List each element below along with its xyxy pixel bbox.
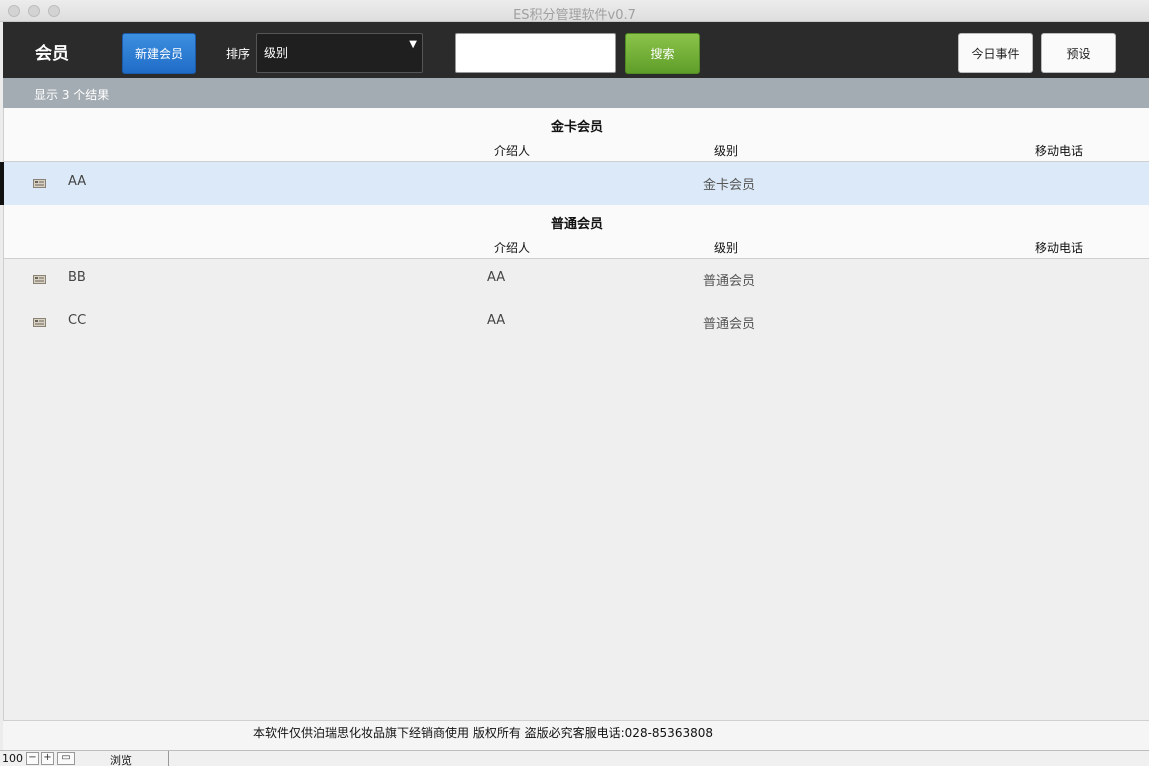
result-count: 显示 3 个结果 <box>34 88 110 102</box>
group-title: 金卡会员 <box>550 120 603 135</box>
member-name: CC <box>68 313 87 328</box>
view-mode[interactable]: 浏览 <box>110 752 132 766</box>
member-referrer: AA <box>487 313 506 328</box>
copyright-notice: 本软件仅供泊瑞思化妆品旗下经销商使用 版权所有 盗版必究客服电话:028-853… <box>253 726 713 740</box>
group-header-gold: 金卡会员 介绍人 级别 移动电话 <box>4 108 1149 162</box>
member-level: 金卡会员 <box>703 178 756 193</box>
record-card-icon[interactable] <box>33 179 46 188</box>
record-card-icon[interactable] <box>33 275 46 284</box>
member-row[interactable]: BB AA 普通会员 <box>4 258 1149 301</box>
zoom-in-icon[interactable]: + <box>41 752 54 765</box>
column-header-level[interactable]: 级别 <box>714 142 738 159</box>
column-header-phone[interactable]: 移动电话 <box>1035 142 1083 159</box>
window-title: ES积分管理软件v0.7 <box>513 8 636 23</box>
page-title: 会员 <box>35 44 69 64</box>
member-name: BB <box>68 270 86 285</box>
zoom-level[interactable]: 100 <box>2 752 23 765</box>
column-header-phone[interactable]: 移动电话 <box>1035 239 1083 256</box>
sort-select[interactable]: 级别 ▼ <box>256 33 423 73</box>
member-list: 金卡会员 介绍人 级别 移动电话 AA 金卡会员 普通会员 介绍人 级别 移动电… <box>0 108 1149 720</box>
member-row[interactable]: CC AA 普通会员 <box>4 301 1149 344</box>
footer: 本软件仅供泊瑞思化妆品旗下经销商使用 版权所有 盗版必究客服电话:028-853… <box>3 720 1149 750</box>
column-header-referrer[interactable]: 介绍人 <box>494 239 530 256</box>
member-level: 普通会员 <box>703 317 756 332</box>
column-header-referrer[interactable]: 介绍人 <box>494 142 530 159</box>
column-header-level[interactable]: 级别 <box>714 239 738 256</box>
sort-label: 排序 <box>226 47 251 61</box>
record-card-icon[interactable] <box>33 318 46 327</box>
selection-marker <box>0 162 4 205</box>
search-button[interactable]: 搜索 <box>625 33 700 74</box>
group-header-regular: 普通会员 介绍人 级别 移动电话 <box>4 205 1149 259</box>
presets-button[interactable]: 预设 <box>1041 33 1116 73</box>
today-events-button[interactable]: 今日事件 <box>958 33 1033 73</box>
result-summary-bar: 显示 3 个结果 <box>3 78 1149 108</box>
member-level: 普通会员 <box>703 274 756 289</box>
sort-selected-value: 级别 <box>264 46 289 60</box>
status-divider <box>168 751 169 766</box>
search-input[interactable] <box>455 33 616 73</box>
toggle-status-area-icon[interactable]: ▭ <box>57 752 75 765</box>
member-row[interactable]: AA 金卡会员 <box>0 162 1149 205</box>
window-titlebar: ES积分管理软件v0.7 <box>0 0 1149 23</box>
toolbar: 会员 新建会员 排序 级别 ▼ 搜索 今日事件 预设 <box>3 22 1149 78</box>
group-title: 普通会员 <box>550 217 603 232</box>
zoom-out-icon[interactable]: − <box>26 752 39 765</box>
dropdown-arrow-icon: ▼ <box>409 39 417 50</box>
status-bar: 100 − + ▭ 浏览 <box>0 750 1149 766</box>
new-member-button[interactable]: 新建会员 <box>122 33 196 74</box>
member-name: AA <box>68 174 87 189</box>
member-referrer: AA <box>487 270 506 285</box>
